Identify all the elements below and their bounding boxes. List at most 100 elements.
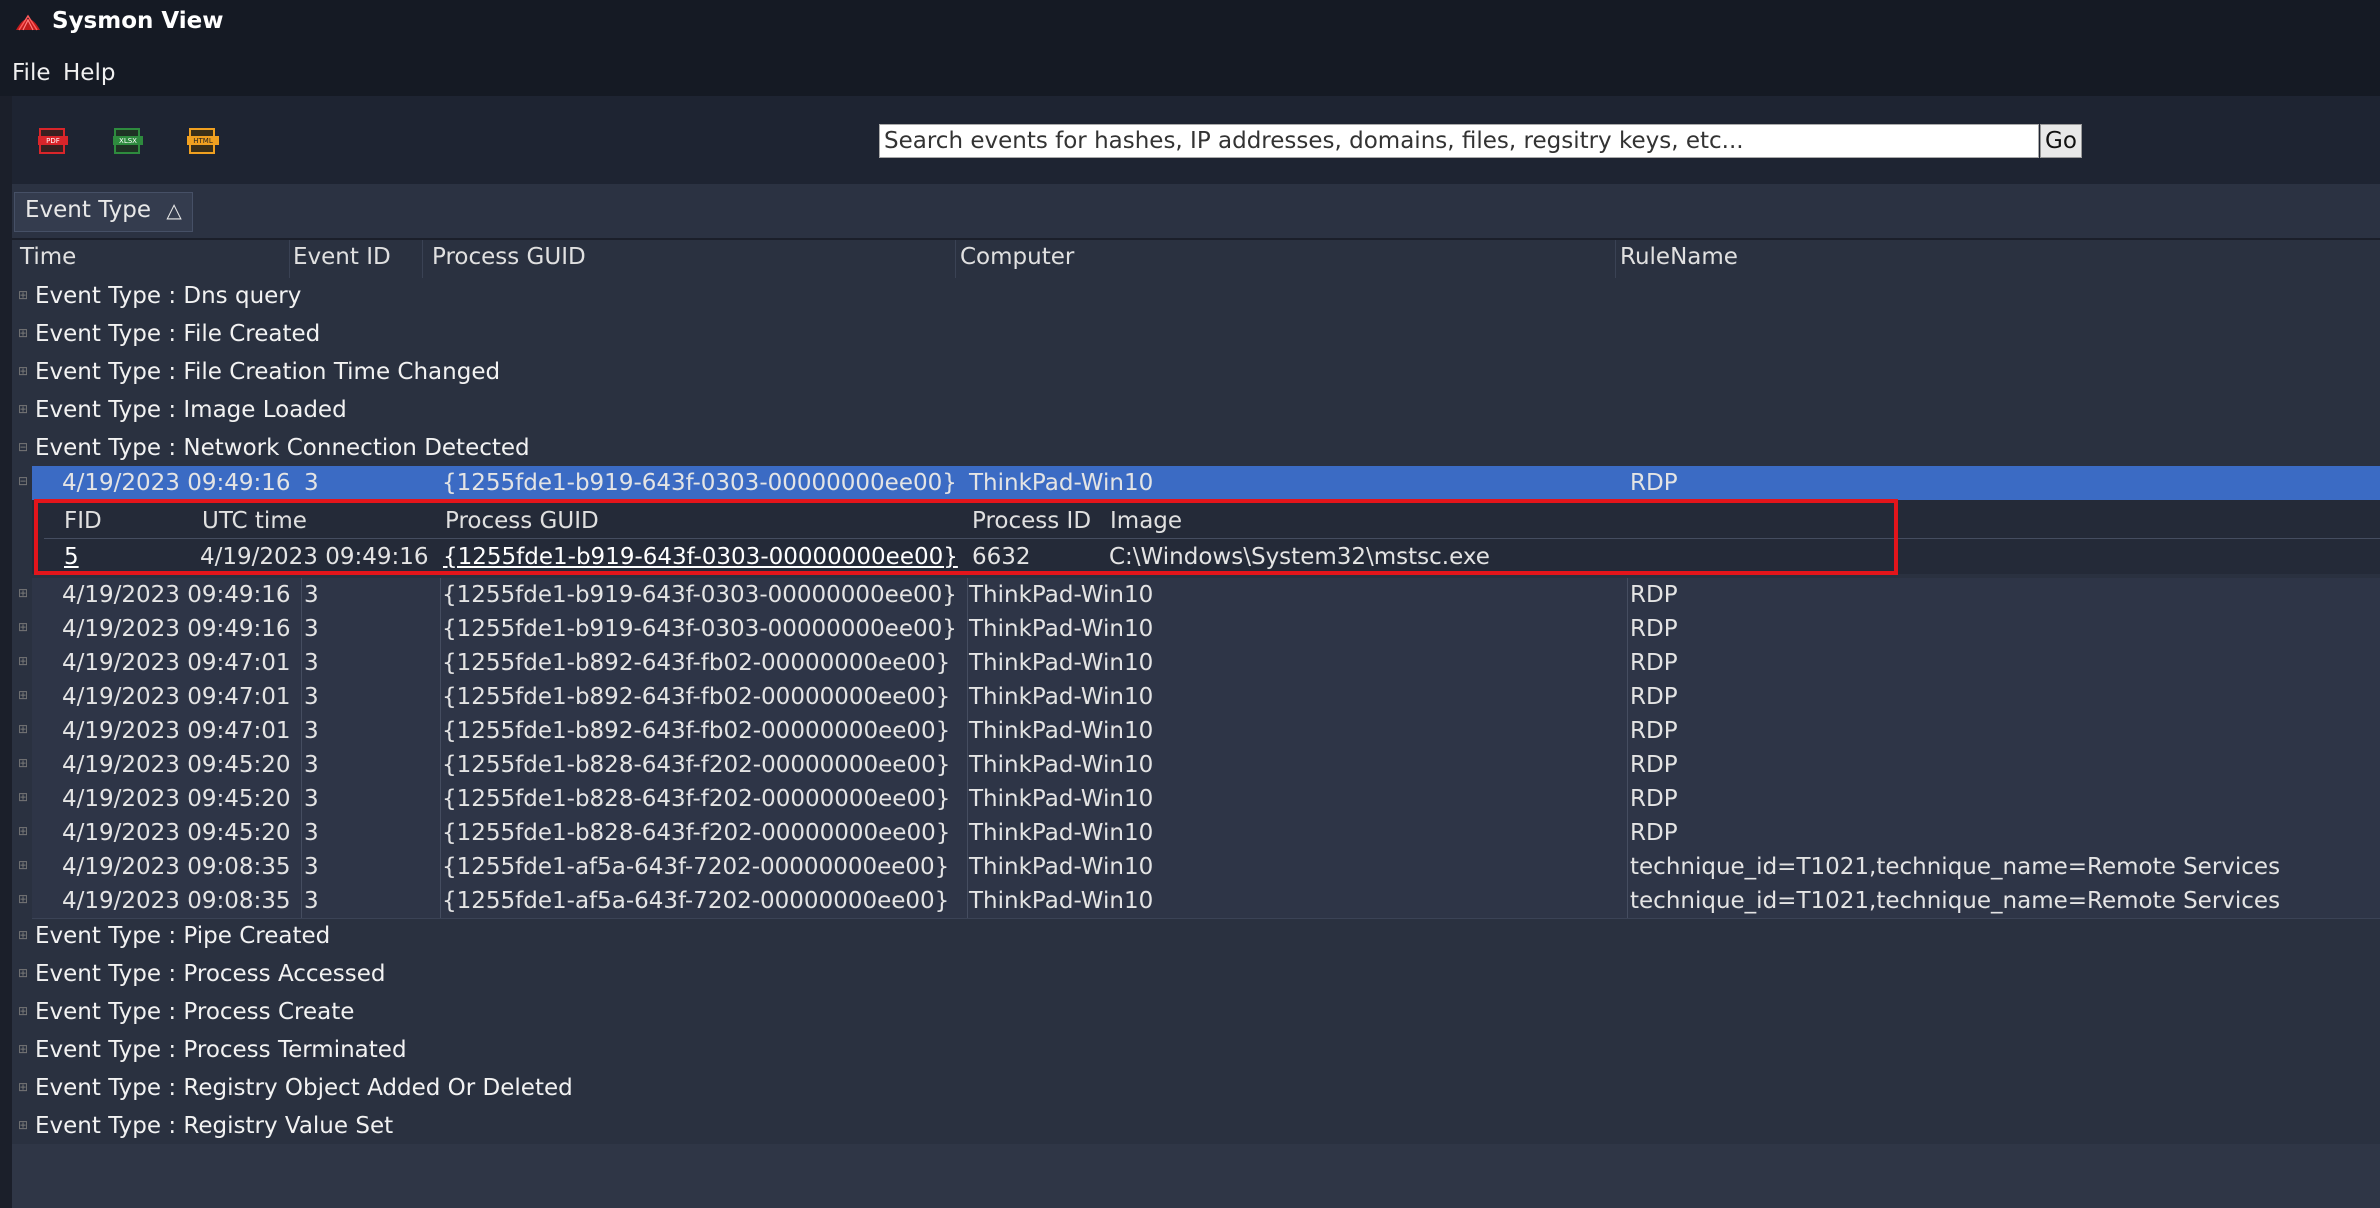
- expand-icon[interactable]: ⊞: [18, 858, 28, 872]
- cell-rulename: technique_id=T1021,technique_name=Remote…: [1630, 888, 2281, 914]
- cell-computer: ThinkPad-Win10: [969, 650, 1154, 676]
- cell-rulename: technique_id=T1021,technique_name=Remote…: [1630, 854, 2281, 880]
- cell-process-guid: {1255fde1-b919-643f-0303-00000000ee00}: [442, 616, 957, 642]
- xlsx-export-icon[interactable]: XLSX: [111, 126, 145, 156]
- expand-icon[interactable]: ⊞: [18, 326, 28, 340]
- table-row[interactable]: ⊞ 4/19/2023 09:45:20 3 {1255fde1-b828-64…: [18, 748, 2380, 783]
- table-row[interactable]: ⊞ 4/19/2023 09:47:01 3 {1255fde1-b892-64…: [18, 714, 2380, 749]
- group-row-registry-value-set[interactable]: ⊞ Event Type : Registry Value Set: [12, 1108, 2380, 1146]
- group-label: Event Type : Image Loaded: [35, 397, 347, 423]
- column-header-process-guid[interactable]: Process GUID: [432, 244, 586, 270]
- cell-process-guid: {1255fde1-b919-643f-0303-00000000ee00}: [442, 582, 957, 608]
- group-label: Event Type : Process Terminated: [35, 1037, 407, 1063]
- expand-icon[interactable]: ⊞: [18, 654, 28, 668]
- table-row-selected[interactable]: ⊟ 4/19/2023 09:49:16 3 {1255fde1-b919-64…: [18, 466, 2380, 501]
- group-label: Event Type : File Creation Time Changed: [35, 359, 501, 385]
- group-row-file-creation-time-changed[interactable]: ⊞ Event Type : File Creation Time Change…: [12, 354, 2380, 392]
- cell-process-guid: {1255fde1-b892-643f-fb02-00000000ee00}: [442, 718, 951, 744]
- svg-text:PDF: PDF: [46, 137, 60, 145]
- svg-text:HTML: HTML: [193, 137, 213, 145]
- table-row[interactable]: ⊞ 4/19/2023 09:47:01 3 {1255fde1-b892-64…: [18, 646, 2380, 681]
- table-row[interactable]: ⊞ 4/19/2023 09:49:16 3 {1255fde1-b919-64…: [18, 578, 2380, 613]
- group-row-file-created[interactable]: ⊞ Event Type : File Created: [12, 316, 2380, 354]
- expand-icon[interactable]: ⊞: [18, 722, 28, 736]
- cell-computer: ThinkPad-Win10: [969, 854, 1154, 880]
- collapse-icon[interactable]: ⊟: [18, 474, 28, 488]
- cell-event-id: 3: [304, 470, 319, 496]
- expand-icon[interactable]: ⊞: [18, 1042, 28, 1056]
- group-row-dns-query[interactable]: ⊞ Event Type : Dns query: [12, 278, 2380, 316]
- expand-icon[interactable]: ⊞: [18, 756, 28, 770]
- table-row[interactable]: ⊞ 4/19/2023 09:49:16 3 {1255fde1-b919-64…: [18, 612, 2380, 647]
- cell-time: 4/19/2023 09:49:16: [62, 470, 291, 496]
- group-row-pipe-created[interactable]: ⊞ Event Type : Pipe Created: [12, 918, 2380, 956]
- group-row-image-loaded[interactable]: ⊞ Event Type : Image Loaded: [12, 392, 2380, 430]
- expand-icon[interactable]: ⊞: [18, 402, 28, 416]
- search-input[interactable]: [879, 124, 2039, 158]
- column-header-computer[interactable]: Computer: [960, 244, 1074, 270]
- collapse-icon[interactable]: ⊟: [18, 440, 28, 454]
- expand-icon[interactable]: ⊞: [18, 288, 28, 302]
- pdf-export-icon[interactable]: PDF: [36, 126, 70, 156]
- cell-time: 4/19/2023 09:47:01: [62, 718, 291, 744]
- cell-process-guid: {1255fde1-b828-643f-f202-00000000ee00}: [442, 786, 951, 812]
- group-by-chip-event-type[interactable]: Event Type △: [14, 192, 193, 232]
- column-header-event-id[interactable]: Event ID: [293, 244, 391, 270]
- menu-file[interactable]: File: [12, 60, 51, 86]
- cell-event-id: 3: [304, 616, 319, 642]
- expand-icon[interactable]: ⊞: [18, 364, 28, 378]
- cell-computer: ThinkPad-Win10: [969, 470, 1154, 496]
- expand-icon[interactable]: ⊞: [18, 586, 28, 600]
- expand-icon[interactable]: ⊞: [18, 966, 28, 980]
- column-header-time[interactable]: Time: [20, 244, 76, 270]
- table-row[interactable]: ⊞ 4/19/2023 09:45:20 3 {1255fde1-b828-64…: [18, 782, 2380, 817]
- group-row-process-terminated[interactable]: ⊞ Event Type : Process Terminated: [12, 1032, 2380, 1070]
- cell-rulename: RDP: [1630, 470, 1678, 496]
- cell-computer: ThinkPad-Win10: [969, 820, 1154, 846]
- group-label: Event Type : Registry Object Added Or De…: [35, 1075, 573, 1101]
- cell-process-guid: {1255fde1-b892-643f-fb02-00000000ee00}: [442, 650, 951, 676]
- group-label: Event Type : Process Create: [35, 999, 355, 1025]
- expand-icon[interactable]: ⊞: [18, 824, 28, 838]
- expand-icon[interactable]: ⊞: [18, 620, 28, 634]
- expand-icon[interactable]: ⊞: [18, 892, 28, 906]
- column-header-rulename[interactable]: RuleName: [1620, 244, 1738, 270]
- cell-time: 4/19/2023 09:45:20: [62, 752, 291, 778]
- expand-icon[interactable]: ⊞: [18, 1080, 28, 1094]
- cell-process-guid: {1255fde1-b919-643f-0303-00000000ee00}: [442, 470, 957, 496]
- go-button[interactable]: Go: [2040, 124, 2082, 158]
- expand-icon[interactable]: ⊞: [18, 688, 28, 702]
- group-label: Event Type : Dns query: [35, 283, 302, 309]
- table-row[interactable]: ⊞ 4/19/2023 09:08:35 3 {1255fde1-af5a-64…: [18, 850, 2380, 885]
- group-label: Event Type : Registry Value Set: [35, 1113, 394, 1139]
- cell-process-guid: {1255fde1-af5a-643f-7202-00000000ee00}: [442, 888, 950, 914]
- table-row[interactable]: ⊞ 4/19/2023 09:45:20 3 {1255fde1-b828-64…: [18, 816, 2380, 851]
- table-row[interactable]: ⊞ 4/19/2023 09:08:35 3 {1255fde1-af5a-64…: [18, 884, 2380, 919]
- group-label: Event Type : File Created: [35, 321, 321, 347]
- cell-time: 4/19/2023 09:08:35: [62, 854, 291, 880]
- cell-event-id: 3: [304, 888, 319, 914]
- group-by-panel: [12, 184, 2380, 238]
- cell-event-id: 3: [304, 820, 319, 846]
- html-export-icon[interactable]: HTML: [186, 126, 220, 156]
- expand-icon[interactable]: ⊞: [18, 1118, 28, 1132]
- menu-help[interactable]: Help: [63, 60, 115, 86]
- cell-event-id: 3: [304, 854, 319, 880]
- menu-bar: File Help: [0, 50, 2380, 96]
- cell-computer: ThinkPad-Win10: [969, 718, 1154, 744]
- title-bar: Sysmon View: [0, 0, 2380, 50]
- cell-computer: ThinkPad-Win10: [969, 582, 1154, 608]
- footer-panel: [12, 1144, 2380, 1208]
- expand-icon[interactable]: ⊞: [18, 790, 28, 804]
- cell-time: 4/19/2023 09:08:35: [62, 888, 291, 914]
- cell-rulename: RDP: [1630, 616, 1678, 642]
- sysmon-logo-icon: [16, 14, 40, 31]
- group-row-process-create[interactable]: ⊞ Event Type : Process Create: [12, 994, 2380, 1032]
- group-row-network-connection-detected[interactable]: ⊟ Event Type : Network Connection Detect…: [12, 430, 2380, 468]
- group-row-registry-object-added-or-deleted[interactable]: ⊞ Event Type : Registry Object Added Or …: [12, 1070, 2380, 1108]
- cell-computer: ThinkPad-Win10: [969, 684, 1154, 710]
- group-row-process-accessed[interactable]: ⊞ Event Type : Process Accessed: [12, 956, 2380, 994]
- table-row[interactable]: ⊞ 4/19/2023 09:47:01 3 {1255fde1-b892-64…: [18, 680, 2380, 715]
- expand-icon[interactable]: ⊞: [18, 1004, 28, 1018]
- expand-icon[interactable]: ⊞: [18, 928, 28, 942]
